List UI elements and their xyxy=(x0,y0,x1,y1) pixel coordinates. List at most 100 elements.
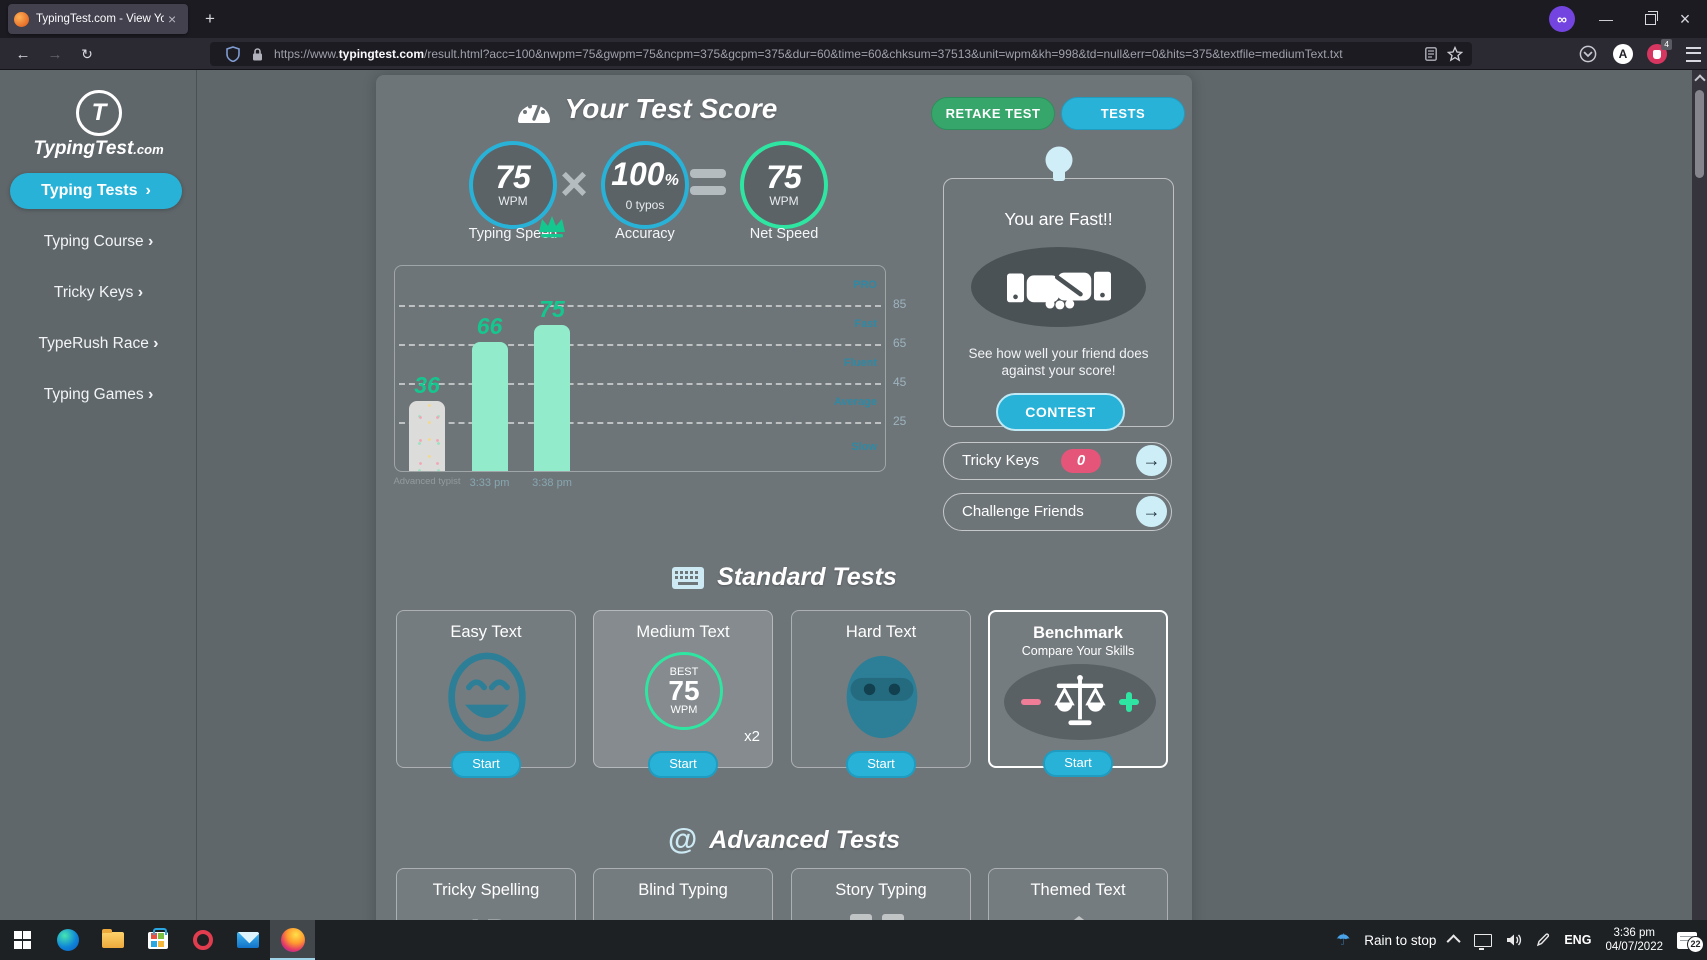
volume-icon[interactable] xyxy=(1506,933,1522,947)
retake-test-button[interactable]: RETAKE TEST xyxy=(931,97,1055,130)
minimize-button[interactable]: — xyxy=(1584,0,1628,38)
notification-icon[interactable]: 22 xyxy=(1677,931,1704,953)
sidebar-item-tricky-keys[interactable]: Tricky Keys › xyxy=(0,284,197,302)
taskbar-edge[interactable] xyxy=(45,920,90,960)
lock-icon[interactable] xyxy=(248,45,266,63)
edge-icon xyxy=(56,929,79,951)
url-text: https://www.typingtest.com/result.html?a… xyxy=(274,47,1343,61)
benchmark-card[interactable]: Benchmark Compare Your Skills Start xyxy=(988,610,1168,777)
speed-tier-label: PRO xyxy=(853,278,877,291)
sidebar-item-typing-course[interactable]: Typing Course › xyxy=(0,233,197,251)
browser-tabbar: TypingTest.com - View Your Typ × + ∞ — × xyxy=(0,0,1707,38)
reader-view-icon[interactable] xyxy=(1422,45,1440,63)
wpm-bar xyxy=(534,324,570,471)
medium-text-card[interactable]: Medium Text BEST 75 WPM x2 Start xyxy=(593,610,773,778)
scrollbar-thumb[interactable] xyxy=(1695,90,1704,178)
easy-text-card[interactable]: Easy Text Start xyxy=(396,610,576,778)
lightbulb-icon xyxy=(944,145,1173,191)
y-axis-tick: 85 xyxy=(893,297,907,312)
start-button[interactable] xyxy=(0,920,45,960)
sidebar-item-typing-tests[interactable]: Typing Tests › xyxy=(10,173,182,209)
tracking-shield-icon[interactable] xyxy=(224,45,242,63)
standard-tests-title: Standard Tests xyxy=(376,563,1192,592)
adblock-hand-icon xyxy=(1653,49,1661,59)
speed-tier-label: Fast xyxy=(854,317,877,330)
taskbar-explorer[interactable] xyxy=(90,920,135,960)
sidebar-item-typing-games[interactable]: Typing Games › xyxy=(0,386,197,404)
system-tray: ☂ Rain to stop ENG 3:36 pm 04/07/2022 22 xyxy=(1336,926,1707,954)
clock-time: 3:36 pm xyxy=(1613,927,1655,939)
tricky-spelling-card[interactable]: Tricky Spelling AB xyxy=(396,868,576,920)
taskbar-mail[interactable] xyxy=(225,920,270,960)
speedometer-icon xyxy=(515,94,553,124)
tricky-keys-link[interactable]: Tricky Keys 0 → xyxy=(943,442,1172,480)
x-axis-label: Advanced typist xyxy=(393,476,461,487)
arrow-right-icon[interactable]: → xyxy=(1136,496,1167,527)
tests-button[interactable]: TESTS xyxy=(1061,97,1185,130)
taskbar-store[interactable] xyxy=(135,920,180,960)
account-avatar[interactable]: A xyxy=(1611,43,1635,65)
chevron-right-icon: › xyxy=(153,335,159,352)
language-indicator[interactable]: ENG xyxy=(1564,933,1591,947)
start-benchmark-button[interactable]: Start xyxy=(1043,750,1113,777)
restore-icon xyxy=(1644,10,1658,25)
opera-icon xyxy=(192,930,213,950)
start-medium-text-button[interactable]: Start xyxy=(648,751,718,778)
benchmark-badge xyxy=(1004,664,1156,740)
speed-tier-label: Average xyxy=(833,395,877,408)
results-panel: Your Test Score RETAKE TEST TESTS 75 WPM… xyxy=(376,75,1192,920)
adblock-icon[interactable]: 4 xyxy=(1645,39,1672,65)
story-typing-card[interactable]: Story Typing xyxy=(791,868,971,920)
clock-date: 04/07/2022 xyxy=(1605,941,1663,953)
url-bar[interactable]: https://www.typingtest.com/result.html?a… xyxy=(210,42,1472,66)
challenge-friends-link[interactable]: Challenge Friends → xyxy=(943,493,1172,531)
menu-button[interactable] xyxy=(1681,43,1705,65)
taskbar-opera[interactable] xyxy=(180,920,225,960)
contest-button[interactable]: CONTEST xyxy=(996,393,1125,431)
hard-text-card[interactable]: Hard Text Start xyxy=(791,610,971,778)
best-score-badge: BEST 75 WPM xyxy=(645,652,723,730)
back-button[interactable]: ← xyxy=(10,42,36,66)
plus-icon xyxy=(1119,692,1139,712)
sidebar: T TypingTest.com Typing Tests › Typing Co… xyxy=(0,70,197,920)
themed-text-card[interactable]: Themed Text xyxy=(988,868,1168,920)
private-browsing-icon: ∞ xyxy=(1549,6,1575,32)
forward-button[interactable]: → xyxy=(42,42,68,66)
speed-tier-label: Slow xyxy=(851,440,877,453)
pen-icon[interactable] xyxy=(1536,933,1550,947)
scales-icon xyxy=(1049,674,1111,730)
taskbar: ☂ Rain to stop ENG 3:36 pm 04/07/2022 22 xyxy=(0,920,1707,960)
tab-close-icon[interactable]: × xyxy=(168,12,176,26)
start-hard-text-button[interactable]: Start xyxy=(846,751,916,778)
y-axis-tick: 65 xyxy=(893,336,907,351)
scrollbar-up-icon[interactable] xyxy=(1694,74,1706,86)
close-window-button[interactable]: × xyxy=(1663,0,1707,38)
arrow-right-icon[interactable]: → xyxy=(1136,445,1167,476)
keyboard-icon xyxy=(671,566,705,590)
network-icon[interactable] xyxy=(1474,933,1493,950)
page-scrollbar[interactable] xyxy=(1692,70,1707,920)
browser-tab[interactable]: TypingTest.com - View Your Typ × xyxy=(8,4,188,34)
reload-button[interactable]: ↻ xyxy=(74,42,100,66)
sidebar-item-typerush-race[interactable]: TypeRush Race › xyxy=(0,335,197,353)
blind-typing-card[interactable]: Blind Typing xyxy=(593,868,773,920)
mail-icon xyxy=(236,932,259,948)
typingtest-logo-icon[interactable]: T xyxy=(76,90,122,136)
hamburger-icon xyxy=(1685,46,1701,62)
bar-value-label: 36 xyxy=(414,371,440,398)
tray-chevron-icon[interactable] xyxy=(1446,934,1462,949)
start-easy-text-button[interactable]: Start xyxy=(451,751,521,778)
taskbar-firefox[interactable] xyxy=(270,920,315,960)
weather-text[interactable]: Rain to stop xyxy=(1364,933,1436,948)
at-sign-icon: @ xyxy=(667,823,698,856)
friend-contest-panel: You are Fast!! See how well your friend … xyxy=(943,146,1174,431)
chevron-right-icon: › xyxy=(137,284,144,301)
pocket-icon[interactable] xyxy=(1576,43,1600,65)
site-logo-text[interactable]: TypingTest.com xyxy=(0,138,197,160)
bar-value-label: 75 xyxy=(539,295,565,322)
minus-icon xyxy=(1021,699,1041,705)
clock[interactable]: 3:36 pm 04/07/2022 xyxy=(1605,926,1663,954)
wpm-chart: 85 65 45 25 PRO Fast Fluent Average Slow 36 Advanc… xyxy=(393,216,906,489)
bookmark-star-icon[interactable] xyxy=(1446,45,1464,63)
new-tab-button[interactable]: + xyxy=(198,7,222,31)
